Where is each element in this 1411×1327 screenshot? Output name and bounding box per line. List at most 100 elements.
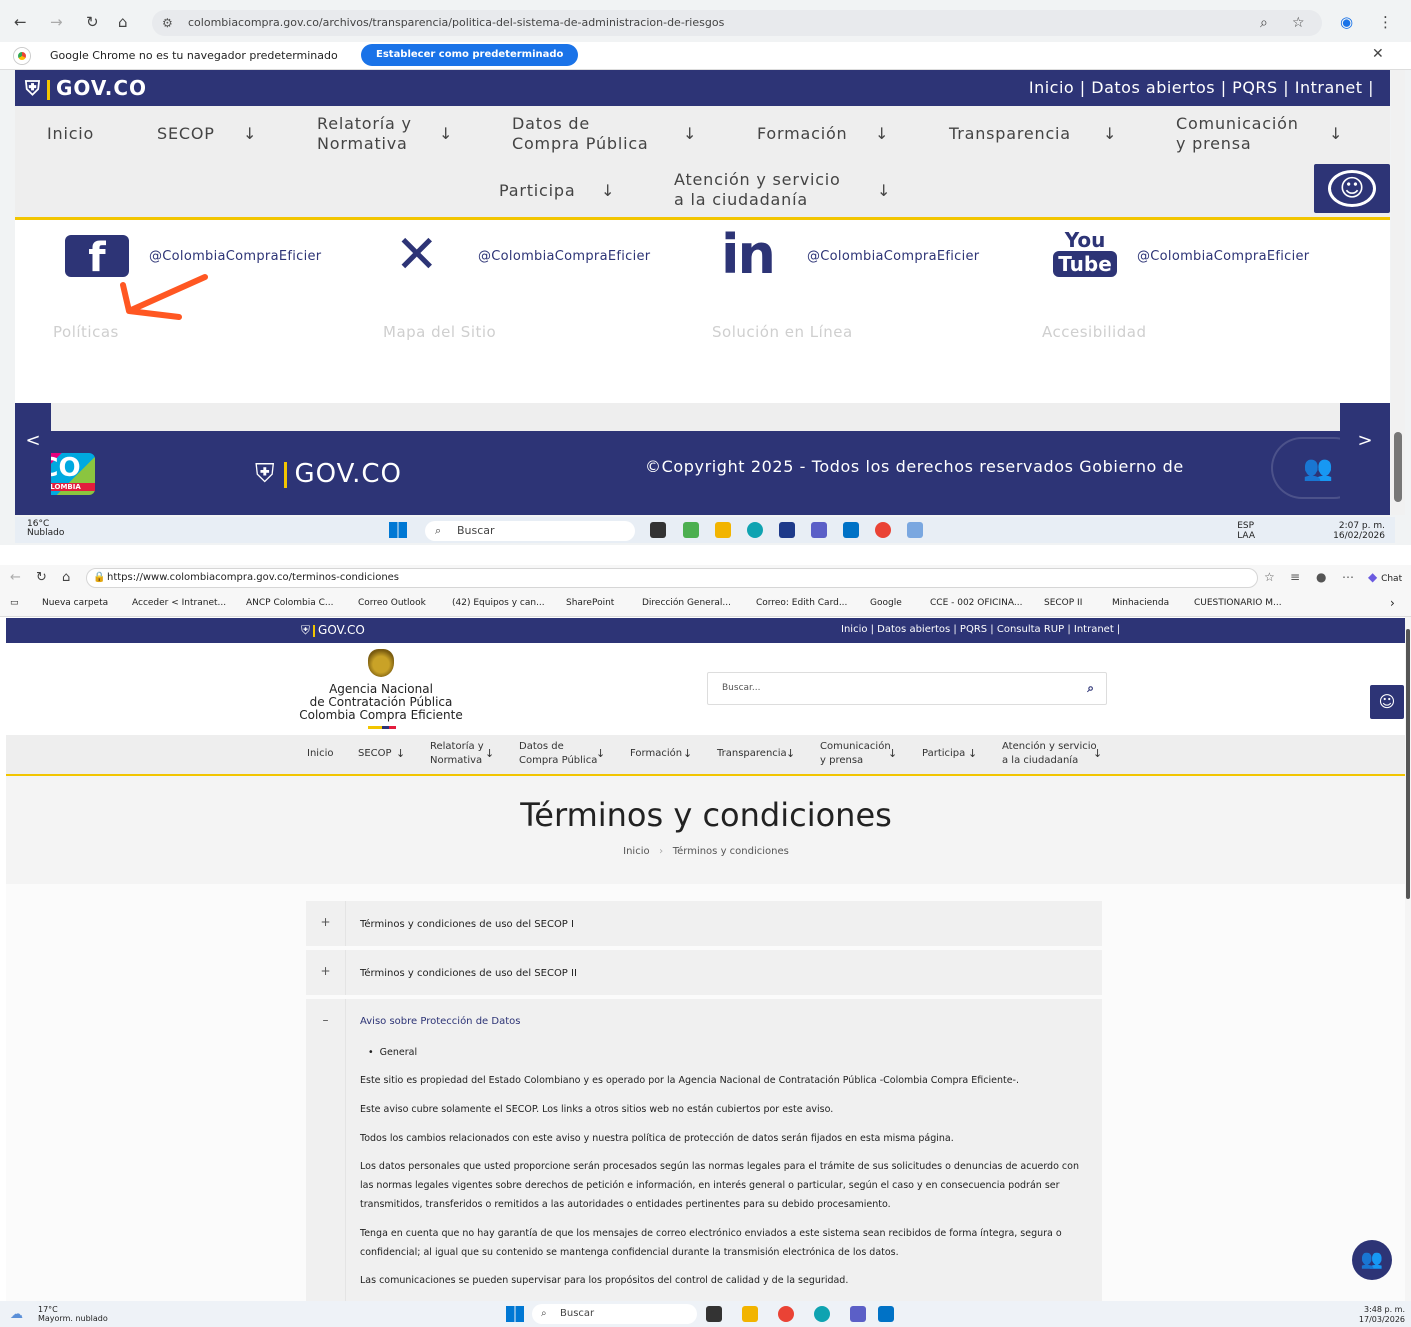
teams-icon[interactable] — [850, 1306, 866, 1322]
menu-datos[interactable]: Datos de Compra Pública — [512, 114, 649, 154]
outlook-icon[interactable] — [843, 522, 859, 538]
bookmark-item[interactable]: Correo: Edith Card... — [756, 598, 847, 608]
bookmark-item[interactable]: CCE - 002 OFICINA... — [930, 598, 1022, 608]
weather-widget[interactable]: 16°C Nublado — [27, 520, 64, 538]
chevron-down-icon[interactable]: ↓ — [439, 124, 452, 143]
bookmark-item[interactable]: Dirección General... — [642, 598, 731, 608]
menu-formacion[interactable]: Formación — [757, 124, 847, 144]
zoom-icon[interactable]: ⌕ — [1260, 10, 1268, 36]
reload-icon[interactable]: ↻ — [86, 13, 99, 31]
menu-inicio[interactable]: Inicio — [47, 124, 94, 144]
site-settings-icon[interactable]: ⚙ — [162, 10, 173, 36]
app-icon[interactable] — [683, 522, 699, 538]
footer-link-solucion[interactable]: Solución en Línea — [712, 323, 853, 341]
chevron-right-icon[interactable]: › — [1390, 596, 1395, 610]
carousel-next-icon[interactable]: > — [1340, 403, 1390, 515]
footer-gov-logo[interactable]: ⛨ GOV.CO — [255, 459, 402, 490]
more-icon[interactable]: ⋯ — [1342, 570, 1354, 584]
windows-start-icon[interactable] — [389, 522, 407, 538]
chevron-down-icon[interactable]: ↓ — [243, 124, 256, 143]
bookmark-item[interactable]: (42) Equipos y can... — [452, 598, 545, 608]
menu-comunicacion[interactable]: Comunicación y prensa — [1176, 114, 1299, 154]
facebook-icon[interactable]: f — [65, 235, 129, 281]
facebook-handle[interactable]: @ColombiaCompraEficier — [149, 249, 321, 264]
chrome-icon[interactable] — [875, 522, 891, 538]
vertical-scrollbar[interactable] — [1391, 70, 1405, 515]
menu-atencion[interactable]: Atención y servicio a la ciudadanía — [1002, 740, 1097, 768]
search-input[interactable]: Buscar... ⌕ — [707, 672, 1107, 705]
menu-datos[interactable]: Datos de Compra Pública — [519, 740, 597, 768]
copilot-chat-button[interactable]: ◆ Chat — [1368, 570, 1402, 584]
menu-participa[interactable]: Participa — [499, 181, 575, 201]
favorite-icon[interactable]: ☆ — [1264, 570, 1275, 584]
menu-inicio[interactable]: Inicio — [307, 747, 333, 761]
menu-dots-icon[interactable]: ⋮ — [1378, 13, 1393, 31]
linkedin-icon[interactable]: in — [721, 227, 776, 283]
gov-links[interactable]: Inicio | Datos abiertos | PQRS | Consult… — [841, 624, 1120, 635]
bookmark-item[interactable]: Nueva carpeta — [42, 598, 108, 608]
linkedin-handle[interactable]: @ColombiaCompraEficier — [807, 249, 979, 264]
taskbar-search[interactable]: ⌕ Buscar — [532, 1304, 697, 1324]
teams-icon[interactable] — [811, 522, 827, 538]
bookmark-item[interactable]: Google — [870, 598, 902, 608]
footer-link-accesibilidad[interactable]: Accesibilidad — [1042, 323, 1146, 341]
taskview-icon[interactable] — [650, 522, 666, 538]
bookmark-item[interactable]: SharePoint — [566, 598, 614, 608]
chevron-down-icon[interactable]: ↓ — [786, 747, 795, 760]
accessibility-button[interactable]: ☺ — [1370, 685, 1404, 719]
expand-icon[interactable]: + — [306, 950, 346, 995]
accordion-item[interactable]: + Términos y condiciones de uso del SECO… — [306, 901, 1102, 946]
profile-icon[interactable]: ● — [1316, 570, 1326, 584]
menu-comunicacion[interactable]: Comunicación y prensa — [820, 740, 891, 768]
edge-icon[interactable] — [814, 1306, 830, 1322]
carousel-prev-icon[interactable]: < — [15, 403, 51, 515]
chevron-down-icon[interactable]: ↓ — [1093, 747, 1102, 760]
menu-secop[interactable]: SECOP — [157, 124, 215, 144]
weather-widget[interactable]: 17°C Mayorm. nublado — [38, 1305, 108, 1323]
chevron-down-icon[interactable]: ↓ — [596, 747, 605, 760]
clock[interactable]: 2:07 p. m. 16/02/2026 — [1333, 521, 1385, 541]
breadcrumb-home[interactable]: Inicio — [623, 846, 649, 857]
chevron-down-icon[interactable]: ↓ — [875, 124, 888, 143]
footer-link-politicas[interactable]: Políticas — [53, 323, 119, 341]
taskbar-search[interactable]: ⌕ Buscar — [425, 521, 635, 541]
vertical-scrollbar[interactable] — [1405, 617, 1411, 1305]
file-explorer-icon[interactable] — [742, 1306, 758, 1322]
chevron-down-icon[interactable]: ↓ — [396, 747, 405, 760]
youtube-icon[interactable]: You Tube — [1053, 229, 1117, 277]
menu-relatoria[interactable]: Relatoría y Normativa — [317, 114, 412, 154]
outlook-icon[interactable] — [878, 1306, 894, 1322]
eye-icon[interactable]: ◉ — [1340, 13, 1353, 31]
windows-start-icon[interactable] — [506, 1306, 524, 1322]
agency-logo[interactable]: Agencia Nacional de Contratación Pública… — [286, 683, 476, 722]
chevron-down-icon[interactable]: ↓ — [683, 747, 692, 760]
x-handle[interactable]: @ColombiaCompraEficier — [478, 249, 650, 264]
youtube-handle[interactable]: @ColombiaCompraEficier — [1137, 249, 1309, 264]
chevron-down-icon[interactable]: ↓ — [888, 747, 897, 760]
expand-icon[interactable]: + — [306, 901, 346, 946]
chevron-down-icon[interactable]: ↓ — [1329, 124, 1342, 143]
chevron-down-icon[interactable]: ↓ — [601, 181, 614, 200]
forward-icon[interactable]: → — [50, 13, 63, 31]
input-language[interactable]: ESP LAA — [1237, 521, 1255, 541]
home-icon[interactable]: ⌂ — [118, 13, 128, 31]
chevron-down-icon[interactable]: ↓ — [968, 747, 977, 760]
bookmark-item[interactable]: SECOP II — [1044, 598, 1082, 608]
address-bar[interactable]: ⚙ colombiacompra.gov.co/archivos/transpa… — [152, 10, 1322, 36]
bookmark-item[interactable]: Minhacienda — [1112, 598, 1169, 608]
people-icon[interactable]: 👥 — [1352, 1240, 1392, 1280]
chrome-icon[interactable] — [778, 1306, 794, 1322]
bookmark-item[interactable]: Correo Outlook — [358, 598, 426, 608]
clock[interactable]: 3:48 p. m. 17/03/2026 — [1359, 1305, 1405, 1325]
accordion-item[interactable]: + Términos y condiciones de uso del SECO… — [306, 950, 1102, 995]
chevron-down-icon[interactable]: ↓ — [485, 747, 494, 760]
chevron-down-icon[interactable]: ↓ — [1103, 124, 1116, 143]
gov-links[interactable]: Inicio | Datos abiertos | PQRS | Intrane… — [1029, 78, 1374, 97]
bookmark-star-icon[interactable]: ☆ — [1292, 10, 1305, 36]
set-default-button[interactable]: Establecer como predeterminado — [361, 44, 579, 66]
taskview-icon[interactable] — [706, 1306, 722, 1322]
accordion-title[interactable]: Términos y condiciones de uso del SECOP … — [360, 919, 574, 930]
bookmark-item[interactable]: CUESTIONARIO M... — [1194, 598, 1282, 608]
bookmark-item[interactable]: ANCP Colombia C... — [246, 598, 333, 608]
favorites-list-icon[interactable]: ≡ — [1290, 570, 1300, 584]
